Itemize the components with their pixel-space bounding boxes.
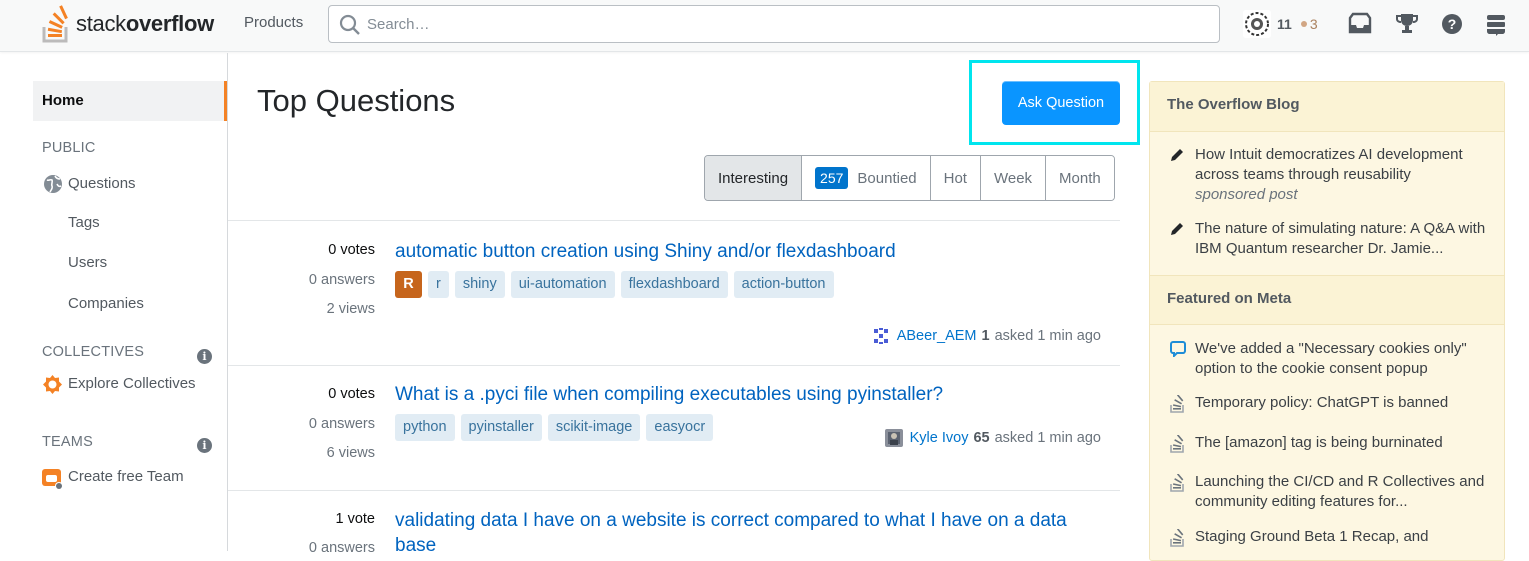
tag[interactable]: shiny bbox=[454, 271, 505, 298]
meta-post-title[interactable]: Staging Ground Beta 1 Recap, and bbox=[1195, 527, 1491, 547]
meta-post-title[interactable]: Launching the CI/CD and R Collectives an… bbox=[1195, 472, 1491, 512]
nav-tags[interactable]: Tags bbox=[68, 214, 100, 231]
question-title-link[interactable]: What is a .pyci file when compiling exec… bbox=[395, 382, 1085, 407]
meta-post-title[interactable]: Temporary policy: ChatGPT is banned bbox=[1195, 393, 1491, 413]
tag[interactable]: flexdashboard bbox=[620, 271, 728, 298]
products-menu[interactable]: Products bbox=[244, 14, 303, 31]
question-filter-tabs: Interesting 257 Bountied Hot Week Month bbox=[704, 155, 1115, 201]
stackoverflow-logo[interactable]: stackoverflow bbox=[42, 4, 214, 44]
blog-post-title[interactable]: The nature of simulating nature: A Q&A w… bbox=[1195, 219, 1491, 259]
tag[interactable]: easyocr bbox=[646, 414, 714, 441]
question-asked-time: asked 1 min ago bbox=[994, 430, 1101, 446]
bronze-badge-icon bbox=[1300, 21, 1307, 27]
collectives-info-icon[interactable]: i bbox=[197, 349, 212, 364]
tab-hot[interactable]: Hot bbox=[930, 156, 981, 200]
pencil-icon bbox=[1171, 149, 1183, 161]
pencil-icon bbox=[1171, 223, 1183, 235]
question-views: 2 views bbox=[326, 301, 375, 317]
blog-post[interactable]: How Intuit democratizes AI development a… bbox=[1195, 145, 1491, 205]
bounty-count-badge: 257 bbox=[815, 167, 849, 189]
nav-explore-collectives[interactable]: Explore Collectives bbox=[68, 375, 196, 392]
nav-questions[interactable]: Questions bbox=[68, 175, 136, 192]
question-votes: 0 votes bbox=[328, 386, 375, 402]
nav-section-public: PUBLIC bbox=[42, 140, 96, 156]
question-tags: python pyinstaller scikit-image easyocr bbox=[395, 414, 714, 441]
tab-bountied[interactable]: 257 Bountied bbox=[802, 156, 931, 200]
nav-create-team[interactable]: Create free Team bbox=[68, 468, 184, 485]
svg-text:?: ? bbox=[1448, 16, 1457, 32]
tag[interactable]: scikit-image bbox=[547, 414, 641, 441]
user-reputation: 65 bbox=[973, 430, 990, 446]
stack-logo-icon bbox=[1170, 529, 1184, 547]
sponsored-label: sponsored post bbox=[1195, 186, 1298, 203]
stack-logo-icon bbox=[1170, 435, 1184, 453]
search-input[interactable] bbox=[367, 13, 1167, 35]
left-sidebar: Home PUBLIC Questions Tags Users Compani… bbox=[0, 53, 228, 551]
tag[interactable]: ui-automation bbox=[510, 271, 615, 298]
user-reputation: 11 bbox=[1277, 16, 1292, 32]
question-answers: 0 answers bbox=[308, 416, 375, 432]
blog-header: The Overflow Blog bbox=[1150, 82, 1504, 132]
question-summary: 0 votes 0 answers 2 views automatic butt… bbox=[228, 220, 1120, 365]
meta-header: Featured on Meta bbox=[1150, 275, 1504, 325]
tab-week[interactable]: Week bbox=[980, 156, 1047, 200]
meta-post-title[interactable]: The [amazon] tag is being burninated bbox=[1195, 433, 1491, 453]
tag[interactable]: r bbox=[428, 271, 449, 298]
user-reputation: 1 bbox=[981, 328, 990, 344]
stackoverflow-logo-icon bbox=[42, 5, 68, 43]
stack-logo-icon bbox=[1170, 395, 1184, 413]
right-sidebar-widget: The Overflow Blog How Intuit democratize… bbox=[1149, 81, 1505, 561]
question-answers: 0 answers bbox=[308, 272, 375, 288]
question-answers: 0 answers bbox=[308, 540, 375, 556]
tag[interactable]: python bbox=[395, 414, 455, 441]
tab-month[interactable]: Month bbox=[1046, 156, 1114, 200]
tag[interactable]: pyinstaller bbox=[460, 414, 542, 441]
question-user-card: Kyle Ivoy 65 asked 1 min ago bbox=[884, 429, 1101, 447]
question-votes: 0 votes bbox=[328, 242, 375, 258]
r-collective-badge[interactable]: R bbox=[395, 271, 422, 298]
achievements-icon[interactable] bbox=[1396, 12, 1418, 36]
search-box[interactable] bbox=[328, 5, 1220, 43]
user-avatar bbox=[1243, 10, 1271, 38]
chat-bubble-icon bbox=[1170, 341, 1186, 357]
question-summary: 1 vote 0 answers validating data I have … bbox=[228, 490, 1120, 560]
user-avatar[interactable] bbox=[884, 429, 903, 447]
nav-users[interactable]: Users bbox=[68, 254, 107, 271]
question-views: 6 views bbox=[326, 445, 375, 461]
question-title-link[interactable]: automatic button creation using Shiny an… bbox=[395, 239, 1085, 264]
globe-icon bbox=[44, 175, 62, 193]
tag[interactable]: action-button bbox=[733, 271, 834, 298]
meta-post-title[interactable]: We've added a "Necessary cookies only" o… bbox=[1195, 339, 1491, 379]
search-icon bbox=[339, 14, 360, 35]
bronze-badge-count: 3 bbox=[1309, 16, 1318, 32]
site-switcher-icon[interactable] bbox=[1485, 12, 1507, 36]
inbox-icon[interactable] bbox=[1347, 12, 1373, 36]
question-votes: 1 vote bbox=[335, 511, 376, 527]
tab-bountied-label: Bountied bbox=[857, 169, 917, 187]
nav-section-teams: TEAMS bbox=[42, 434, 93, 450]
logo-text: stackoverflow bbox=[76, 11, 214, 36]
collectives-icon bbox=[43, 375, 62, 394]
blog-post-title[interactable]: How Intuit democratizes AI development a… bbox=[1195, 145, 1491, 185]
question-summary: 0 votes 0 answers 6 views What is a .pyc… bbox=[228, 365, 1120, 490]
question-tags: R r shiny ui-automation flexdashboard ac… bbox=[395, 271, 834, 298]
teams-info-icon[interactable]: i bbox=[197, 438, 212, 453]
help-icon[interactable]: ? bbox=[1441, 12, 1463, 36]
user-name-link[interactable]: ABeer_AEM bbox=[897, 328, 977, 344]
user-name-link[interactable]: Kyle Ivoy bbox=[910, 430, 969, 446]
nav-section-collectives: COLLECTIVES bbox=[42, 344, 145, 360]
page-title: Top Questions bbox=[257, 83, 456, 118]
user-card[interactable]: 11 3 bbox=[1243, 10, 1318, 38]
tab-interesting[interactable]: Interesting bbox=[705, 156, 803, 200]
question-user-card: ABeer_AEM 1 asked 1 min ago bbox=[871, 327, 1101, 345]
ask-question-button[interactable]: Ask Question bbox=[1002, 81, 1120, 125]
nav-companies[interactable]: Companies bbox=[68, 295, 144, 312]
top-bar: stackoverflow Products 11 3 ? bbox=[0, 0, 1529, 52]
nav-home[interactable]: Home bbox=[33, 81, 227, 121]
user-avatar[interactable] bbox=[871, 327, 890, 345]
teams-icon bbox=[42, 469, 63, 489]
stack-logo-icon bbox=[1170, 474, 1184, 492]
question-asked-time: asked 1 min ago bbox=[994, 328, 1101, 344]
